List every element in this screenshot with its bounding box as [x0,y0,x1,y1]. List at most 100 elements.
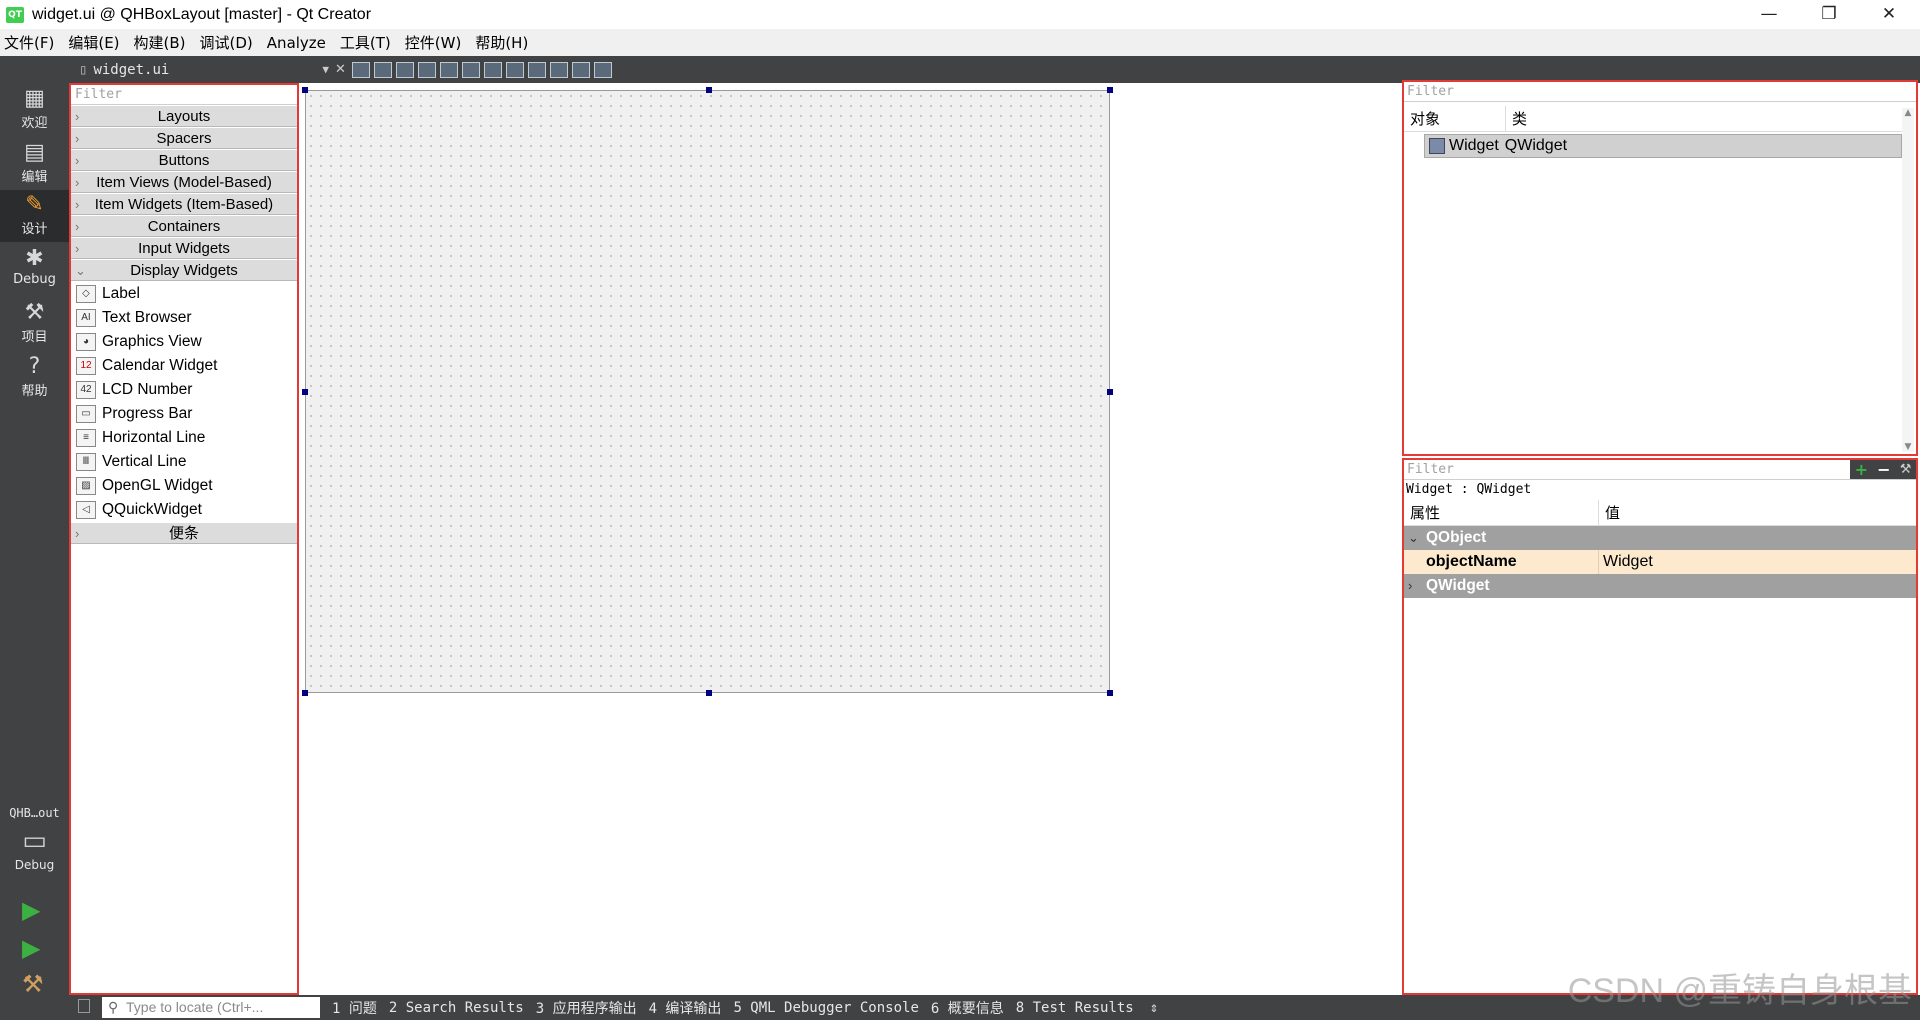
property-filter-input[interactable]: Filter [1404,460,1850,480]
run-icon[interactable]: ▶ [22,896,40,924]
edit-signals-icon[interactable] [373,61,392,78]
restore-button[interactable]: ❐ [1800,0,1858,29]
open-file-selector[interactable]: ▯ widget.ui ▼ [79,62,329,78]
menu-widgets[interactable]: 控件(W) [405,32,462,53]
vertical-line-icon: Ⅲ [76,453,96,471]
help-icon: ? [28,354,41,379]
layout-h-splitter-icon[interactable] [483,61,502,78]
col-value[interactable]: 值 [1599,500,1916,526]
graphics-view-icon: ◕ [76,333,96,351]
scroll-up-icon[interactable]: ▲ [1902,108,1914,118]
menu-build[interactable]: 构建(B) [134,32,186,53]
category-spacers[interactable]: › Spacers [71,127,297,149]
form-canvas[interactable] [305,90,1110,693]
pane-application-output[interactable]: 3 应用程序输出 [536,998,637,1018]
col-property[interactable]: 属性 [1404,499,1599,526]
resize-handle[interactable] [1107,389,1113,395]
widget-item-vertical-line[interactable]: Ⅲ Vertical Line [71,450,297,474]
pane-test-results[interactable]: 8 Test Results [1016,1000,1134,1016]
resize-handle[interactable] [302,690,308,696]
scroll-down-icon[interactable]: ▼ [1902,442,1914,452]
adjust-size-icon[interactable] [593,61,612,78]
section-qwidget[interactable]: › QWidget [1404,574,1916,598]
widget-item-lcd-number[interactable]: 42 LCD Number [71,378,297,402]
mode-label: 设计 [21,222,48,237]
kit-selector[interactable]: ▭ Debug [0,826,69,882]
config-wrench-icon[interactable]: ⚒ [1900,462,1912,477]
mode-edit[interactable]: ▤ 编辑 [0,138,69,190]
object-filter-input[interactable]: Filter [1404,82,1916,102]
mode-help[interactable]: ? 帮助 [0,352,69,404]
locator-input[interactable]: ⚲ Type to locate (Ctrl+... [102,997,320,1018]
widget-item-horizontal-line[interactable]: ≡ Horizontal Line [71,426,297,450]
mode-debug[interactable]: ✱ Debug [0,244,69,296]
layout-grid-icon[interactable] [527,61,546,78]
pane-qml-debugger[interactable]: 5 QML Debugger Console [733,1000,918,1016]
widget-item-calendar[interactable]: 12 Calendar Widget [71,354,297,378]
col-class[interactable]: 类 [1506,106,1902,132]
chevron-down-icon: ⌄ [1408,530,1419,545]
widget-item-text: Horizontal Line [102,429,206,446]
category-input-widgets[interactable]: › Input Widgets [71,237,297,259]
resize-handle[interactable] [706,87,712,93]
widget-item-progress-bar[interactable]: ▭ Progress Bar [71,402,297,426]
debug-run-icon[interactable]: ▶ [22,934,40,962]
edit-buddies-icon[interactable] [395,61,414,78]
pane-general-messages[interactable]: 6 概要信息 [931,998,1004,1018]
remove-property-icon[interactable]: − [1877,460,1890,479]
close-button[interactable]: ✕ [1860,0,1918,29]
add-property-icon[interactable]: + [1855,460,1868,479]
menu-debug[interactable]: 调试(D) [200,32,253,53]
menu-file[interactable]: 文件(F) [4,32,54,53]
edit-widgets-icon[interactable] [351,61,370,78]
edit-tab-order-icon[interactable] [417,61,436,78]
category-containers[interactable]: › Containers [71,215,297,237]
pane-issues[interactable]: 1 问题 [332,998,377,1018]
pane-more-icon[interactable]: ⇕ [1150,1000,1158,1016]
mode-welcome[interactable]: ▦ 欢迎 [0,84,69,136]
pane-search-results[interactable]: 2 Search Results [389,1000,524,1016]
menu-tools[interactable]: 工具(T) [340,32,391,53]
col-object[interactable]: 对象 [1404,105,1506,132]
close-doc-icon[interactable]: ✕ [335,62,346,77]
mode-design[interactable]: ✎ 设计 [0,190,69,242]
category-layouts[interactable]: › Layouts [71,105,297,127]
object-row-widget[interactable]: Widget QWidget [1424,134,1902,158]
category-display-widgets[interactable]: ⌄ Display Widgets [71,259,297,281]
category-buttons[interactable]: › Buttons [71,149,297,171]
property-row-objectname[interactable]: objectName Widget [1404,550,1916,574]
toggle-sidebar-icon[interactable] [78,999,90,1013]
category-scratchpad[interactable]: › 便条 [71,522,297,544]
resize-handle[interactable] [302,87,308,93]
mode-projects[interactable]: ⚒ 项目 [0,298,69,350]
menu-edit[interactable]: 编辑(E) [68,32,119,53]
resize-handle[interactable] [302,389,308,395]
layout-v-splitter-icon[interactable] [505,61,524,78]
break-layout-icon[interactable] [571,61,590,78]
category-item-widgets[interactable]: › Item Widgets (Item-Based) [71,193,297,215]
layout-vertical-icon[interactable] [461,61,480,78]
layout-form-icon[interactable] [549,61,568,78]
widget-item-label[interactable]: ◇ Label [71,282,297,306]
resize-handle[interactable] [1107,87,1113,93]
section-qobject[interactable]: ⌄ QObject [1404,526,1916,550]
menu-help[interactable]: 帮助(H) [475,32,528,53]
widget-item-graphics-view[interactable]: ◕ Graphics View [71,330,297,354]
widget-item-qquickwidget[interactable]: ◁ QQuickWidget [71,498,297,522]
category-item-views[interactable]: › Item Views (Model-Based) [71,171,297,193]
widget-item-text-browser[interactable]: AI Text Browser [71,306,297,330]
widget-item-opengl[interactable]: ▨ OpenGL Widget [71,474,297,498]
build-hammer-icon[interactable]: ⚒ [22,970,44,998]
property-value-cell[interactable]: Widget [1599,550,1916,574]
property-context-label: Widget : QWidget [1406,482,1532,497]
horizontal-line-icon: ≡ [76,429,96,447]
resize-handle[interactable] [1107,690,1113,696]
minimize-button[interactable]: — [1740,0,1798,29]
pane-compile-output[interactable]: 4 编译输出 [649,998,722,1018]
widget-filter-input[interactable]: Filter [71,85,297,105]
resize-handle[interactable] [706,690,712,696]
chevron-right-icon: › [75,153,80,168]
menu-analyze[interactable]: Analyze [267,34,326,52]
object-scrollbar[interactable]: ▲ ▼ [1902,108,1914,452]
layout-horizontal-icon[interactable] [439,61,458,78]
